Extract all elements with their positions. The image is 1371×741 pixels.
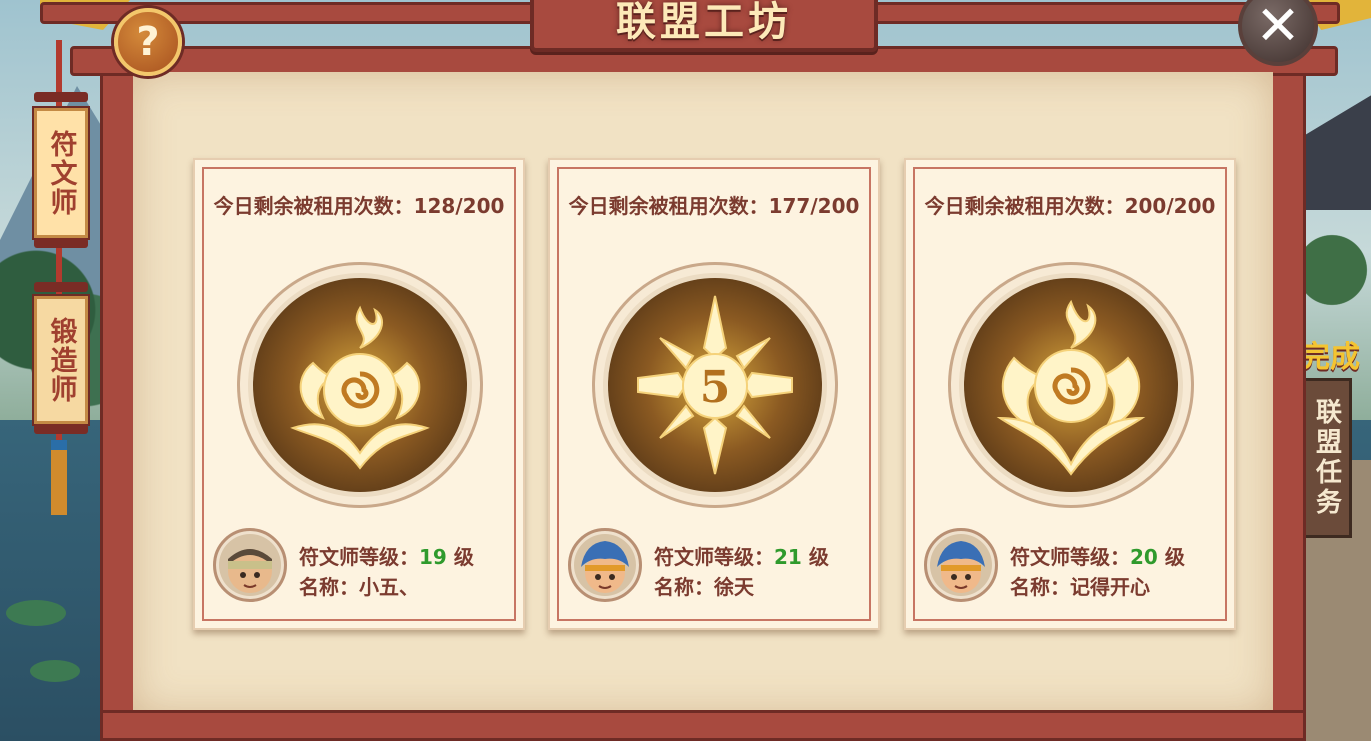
completion-label: 完成 bbox=[1300, 340, 1360, 375]
help-button[interactable]: ? bbox=[114, 8, 182, 76]
close-icon: ✕ bbox=[1255, 0, 1301, 57]
flame-spiral-rune-icon bbox=[964, 278, 1178, 492]
rent-count: 今日剩余被租用次数：177/200 bbox=[550, 190, 878, 219]
number-five-crest-icon: 5 bbox=[608, 278, 822, 492]
name-label: 名称： bbox=[299, 575, 359, 599]
name-line: 名称：徐天 bbox=[654, 572, 829, 602]
rent-count-value: 200/200 bbox=[1124, 194, 1216, 218]
bandana-hero-avatar bbox=[213, 528, 287, 602]
level-label: 符文师等级： bbox=[1010, 545, 1130, 569]
blue-hair-hero-avatar bbox=[568, 528, 642, 602]
name-line: 名称：小五、 bbox=[299, 572, 474, 602]
rent-count: 今日剩余被租用次数：128/200 bbox=[195, 190, 523, 219]
level-label: 符文师等级： bbox=[299, 545, 419, 569]
rent-count: 今日剩余被租用次数：200/200 bbox=[906, 190, 1234, 219]
level-value: 21 bbox=[774, 545, 802, 569]
emblem-ring: 5 bbox=[592, 262, 838, 508]
level-unit: 级 bbox=[1164, 545, 1185, 569]
owner-info: 符文师等级：19 级 名称：小五、 bbox=[299, 542, 474, 602]
lily-pad bbox=[30, 660, 80, 682]
name-label: 名称： bbox=[654, 575, 714, 599]
name-value: 记得开心 bbox=[1070, 575, 1150, 599]
rent-count-label: 今日剩余被租用次数： bbox=[568, 194, 769, 218]
level-value: 19 bbox=[419, 545, 447, 569]
emblem-ring bbox=[948, 262, 1194, 508]
lily-pad bbox=[6, 600, 66, 626]
page-title: 联盟工坊 bbox=[616, 0, 792, 45]
tab-cap bbox=[34, 282, 88, 292]
rent-count-label: 今日剩余被租用次数： bbox=[213, 194, 414, 218]
name-line: 名称：记得开心 bbox=[1010, 572, 1185, 602]
title-plaque: 联盟工坊 bbox=[530, 0, 878, 52]
level-line: 符文师等级：20 级 bbox=[1010, 542, 1185, 572]
frame-bottom bbox=[100, 710, 1306, 741]
svg-text:5: 5 bbox=[700, 362, 731, 413]
emblem-ring bbox=[237, 262, 483, 508]
alliance-task-label: 联盟任务 bbox=[1311, 398, 1342, 518]
name-label: 名称： bbox=[1010, 575, 1070, 599]
help-icon: ? bbox=[136, 19, 160, 65]
tab-cap bbox=[34, 92, 88, 102]
tab-rune-master-label: 符文师 bbox=[45, 129, 77, 217]
level-unit: 级 bbox=[808, 545, 829, 569]
level-unit: 级 bbox=[453, 545, 474, 569]
blue-hair-hero-avatar bbox=[924, 528, 998, 602]
tab-forge-master-label: 锻造师 bbox=[45, 316, 77, 404]
flame-spiral-rune-icon bbox=[253, 278, 467, 492]
rune-master-card[interactable]: 今日剩余被租用次数：200/200 符文师等级：20 级 名称：记得开心 bbox=[904, 158, 1236, 630]
level-value: 20 bbox=[1130, 545, 1158, 569]
rune-master-card[interactable]: 今日剩余被租用次数：128/200 符文师等级：19 级 名称：小五、 bbox=[193, 158, 525, 630]
tab-forge-master[interactable]: 锻造师 bbox=[34, 296, 88, 424]
trees-right bbox=[1300, 210, 1371, 330]
name-value: 徐天 bbox=[714, 575, 754, 599]
rent-count-value: 177/200 bbox=[768, 194, 860, 218]
tab-rune-master[interactable]: 符文师 bbox=[34, 108, 88, 238]
level-label: 符文师等级： bbox=[654, 545, 774, 569]
owner-info: 符文师等级：21 级 名称：徐天 bbox=[654, 542, 829, 602]
tab-cap bbox=[34, 424, 88, 434]
name-value: 小五、 bbox=[359, 575, 419, 599]
owner-info: 符文师等级：20 级 名称：记得开心 bbox=[1010, 542, 1185, 602]
rent-count-label: 今日剩余被租用次数： bbox=[924, 194, 1125, 218]
rent-count-value: 128/200 bbox=[413, 194, 505, 218]
frame-post-right bbox=[1268, 70, 1306, 741]
alliance-task-button[interactable]: 联盟任务 bbox=[1302, 378, 1352, 538]
tassel bbox=[51, 440, 67, 515]
rune-master-card[interactable]: 今日剩余被租用次数：177/200 5 符文师等级：21 级 名称：徐天 bbox=[548, 158, 880, 630]
level-line: 符文师等级：21 级 bbox=[654, 542, 829, 572]
tab-cap bbox=[34, 238, 88, 248]
level-line: 符文师等级：19 级 bbox=[299, 542, 474, 572]
